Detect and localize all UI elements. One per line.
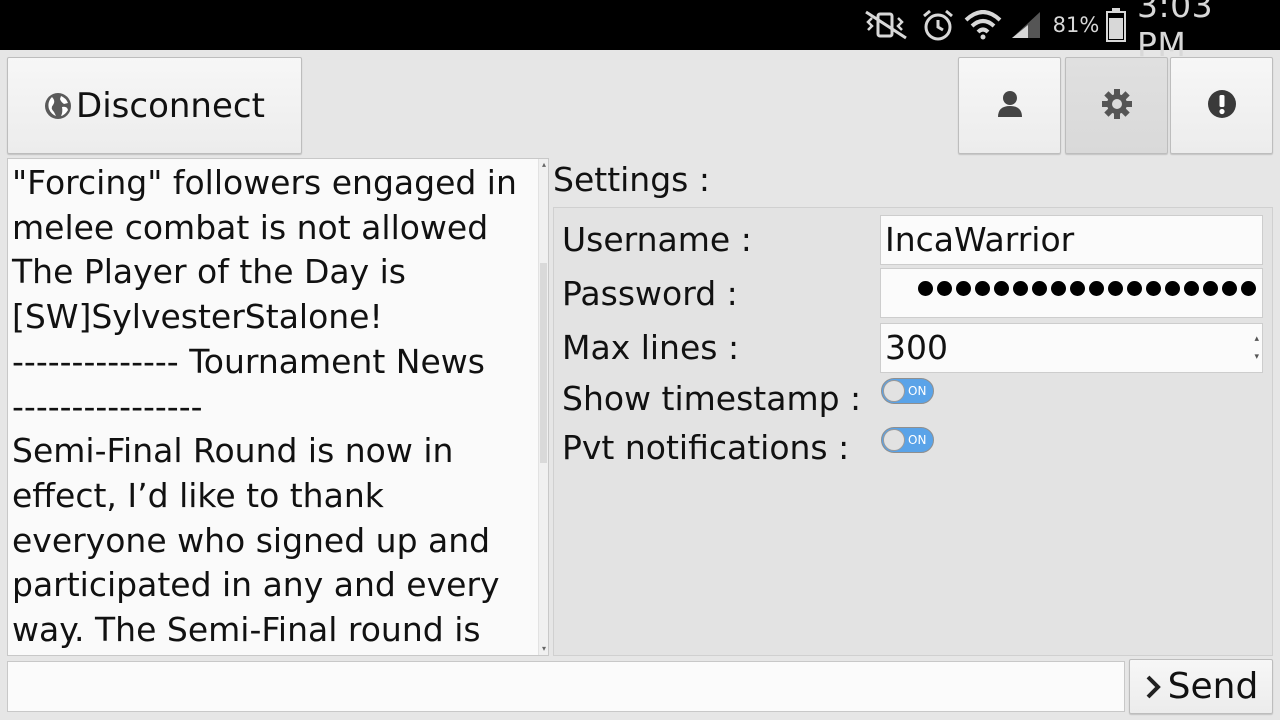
password-dot — [1184, 281, 1199, 296]
password-field[interactable] — [880, 268, 1263, 318]
chat-log[interactable]: "Forcing" followers engaged in melee com… — [7, 158, 549, 656]
signal-icon — [1008, 0, 1044, 50]
settings-button[interactable] — [1065, 57, 1168, 154]
chat-scrollbar[interactable]: ▴ ▾ — [538, 159, 548, 655]
chevron-right-icon — [1144, 675, 1162, 699]
password-dot — [994, 281, 1009, 296]
stepper-icon[interactable]: ▴ ▾ — [1254, 330, 1259, 366]
password-dot — [1165, 281, 1180, 296]
max-lines-label: Max lines : — [562, 328, 740, 367]
alarm-icon — [918, 0, 958, 50]
password-dot — [1146, 281, 1161, 296]
alert-button[interactable] — [1170, 57, 1273, 154]
disconnect-label: Disconnect — [76, 85, 265, 126]
username-label: Username : — [562, 220, 752, 259]
wifi-icon — [962, 0, 1004, 50]
password-dot — [1051, 281, 1066, 296]
gear-icon — [1101, 88, 1132, 123]
message-input[interactable] — [7, 661, 1125, 712]
password-dot — [1241, 281, 1256, 296]
status-bar: 81% 3:03 PM — [0, 0, 1280, 64]
password-dot — [975, 281, 990, 296]
chat-log-text: "Forcing" followers engaged in melee com… — [12, 163, 517, 650]
send-label: Send — [1167, 666, 1259, 707]
password-dot — [937, 281, 952, 296]
user-button[interactable] — [958, 57, 1061, 154]
settings-title: Settings : — [553, 160, 710, 199]
max-lines-field[interactable]: 300 ▴ ▾ — [880, 323, 1263, 373]
toggle-state-text: ON — [908, 433, 927, 447]
password-dot — [1127, 281, 1142, 296]
password-dot — [1089, 281, 1104, 296]
mute-vibrate-icon — [860, 0, 912, 50]
toggle-knob — [883, 429, 905, 451]
user-icon — [996, 90, 1024, 122]
globe-icon — [44, 92, 72, 120]
pvt-notifications-label: Pvt notifications : — [562, 428, 850, 467]
pvt-notifications-toggle[interactable]: ON — [881, 427, 934, 453]
battery-icon — [1102, 0, 1130, 50]
password-dot — [1222, 281, 1237, 296]
chat-scroll-thumb[interactable] — [540, 263, 547, 463]
clock-time: 3:03 PM — [1137, 0, 1214, 64]
password-dot — [918, 281, 933, 296]
password-dot — [1070, 281, 1085, 296]
show-timestamp-toggle[interactable]: ON — [881, 378, 934, 404]
alert-icon — [1207, 89, 1237, 123]
scroll-down-arrow-icon[interactable]: ▾ — [542, 645, 546, 653]
password-dot — [1013, 281, 1028, 296]
username-field[interactable]: IncaWarrior — [880, 215, 1263, 265]
show-timestamp-label: Show timestamp : — [562, 379, 862, 418]
password-dot — [1032, 281, 1047, 296]
password-dot — [956, 281, 971, 296]
toggle-knob — [883, 380, 905, 402]
password-dot — [1203, 281, 1218, 296]
disconnect-button[interactable]: Disconnect — [7, 57, 302, 154]
scroll-up-arrow-icon[interactable]: ▴ — [542, 161, 546, 169]
password-dot — [1108, 281, 1123, 296]
toggle-state-text: ON — [908, 384, 927, 398]
password-mask — [918, 281, 1256, 296]
battery-percent: 81% — [1052, 13, 1100, 37]
send-button[interactable]: Send — [1129, 659, 1273, 714]
max-lines-value: 300 — [885, 328, 948, 367]
password-label: Password : — [562, 274, 738, 313]
